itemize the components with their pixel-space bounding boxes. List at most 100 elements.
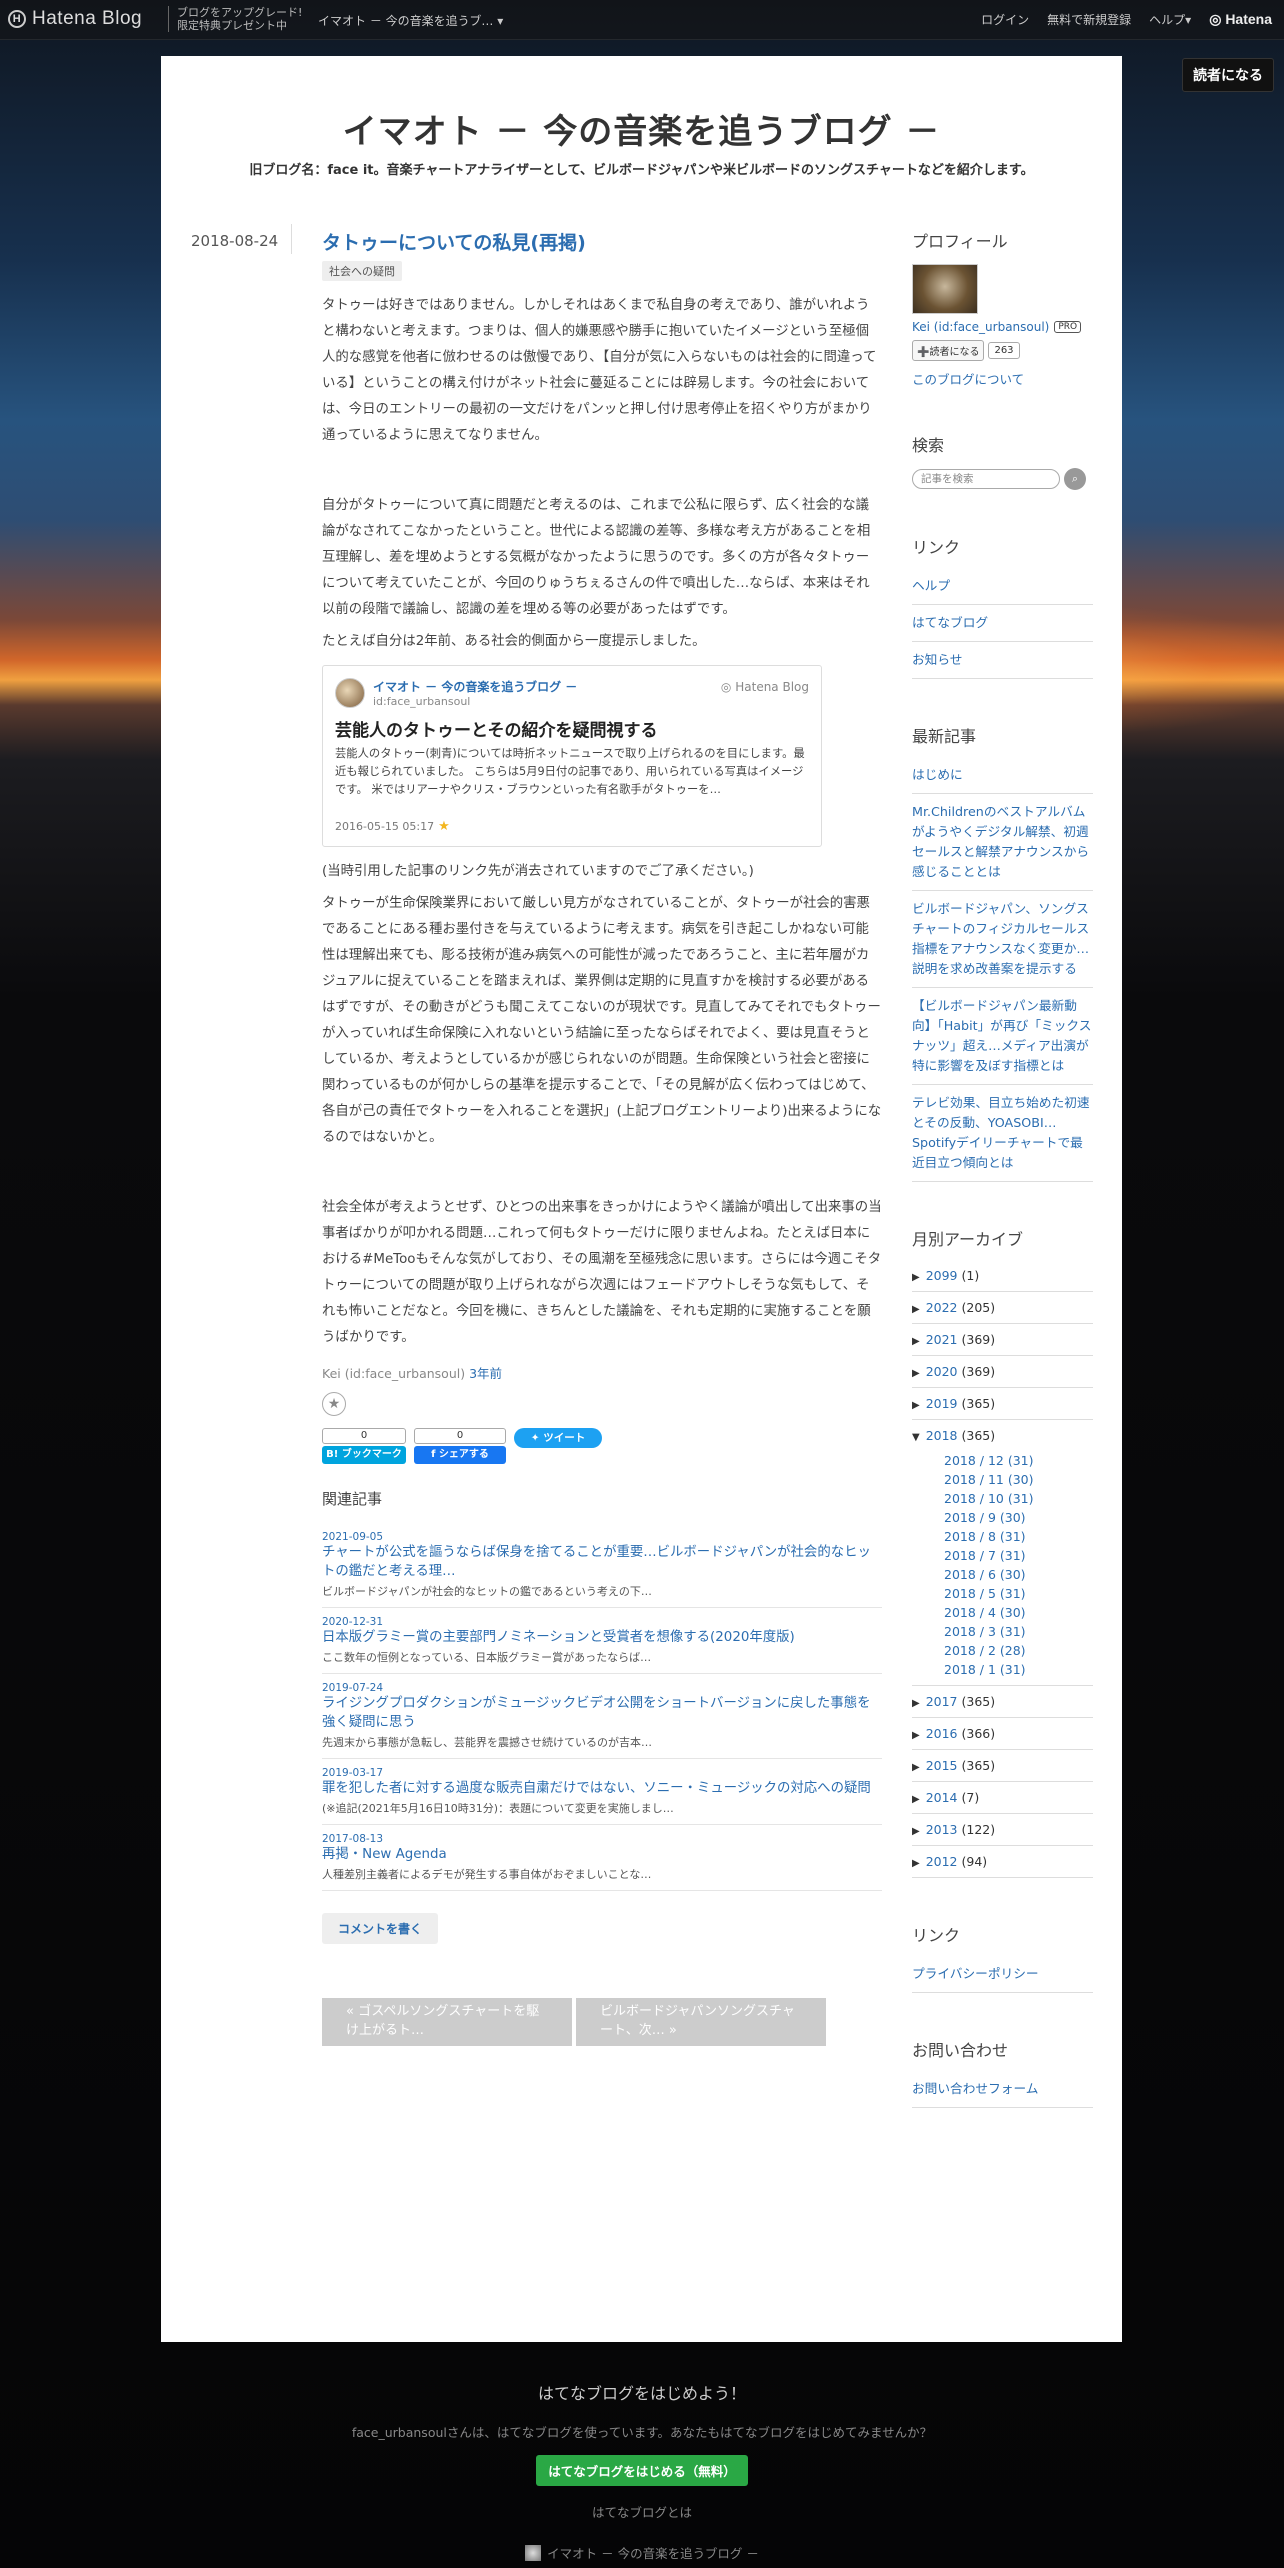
related-date[interactable]: 2020-12-31 — [322, 1616, 882, 1628]
facebook-share[interactable]: 0 f シェアする — [414, 1428, 506, 1464]
related-title[interactable]: チャートが公式を謳うならば保身を捨てることが重要…ビルボードジャパンが社会的なヒ… — [322, 1543, 882, 1581]
recent-entry-link[interactable]: テレビ効果、目立ち始めた初速とその反動、YOASOBI…Spotifyデイリーチ… — [912, 1085, 1093, 1182]
related-title[interactable]: 再掲・New Agenda — [322, 1845, 882, 1864]
archive-year-link[interactable]: 2020 — [926, 1364, 958, 1379]
archive-list: ▶ 2099 (1) ▶ 2022 (205) ▶ 2021 (369) ▶ 2020 (36… — [912, 1260, 1093, 1878]
triangle-right-icon[interactable]: ▶ — [912, 1858, 920, 1869]
hatena-text: Hatena — [1225, 11, 1272, 27]
tweet-button[interactable]: ✦ ツイート — [514, 1428, 602, 1448]
triangle-right-icon[interactable]: ▶ — [912, 1368, 920, 1379]
sidebar-link[interactable]: ヘルプ — [912, 568, 1093, 605]
privacy-policy-link[interactable]: プライバシーポリシー — [912, 1956, 1093, 1993]
about-blog-link[interactable]: このブログについて — [912, 369, 1093, 388]
login-link[interactable]: ログイン — [981, 11, 1029, 28]
about-hatena-blog-link[interactable]: はてなブログとは — [0, 2502, 1284, 2521]
related-title[interactable]: ライジングプロダクションがミュージックビデオ公開をショートバージョンに戻した事態… — [322, 1694, 882, 1732]
prev-entry-link[interactable]: « ゴスペルソングスチャートを駆け上がるト… — [322, 1998, 572, 2046]
search-input[interactable]: 記事を検索 — [912, 469, 1060, 489]
blog-page: イマオト － 今の音楽を追うブログ － 旧ブログ名：face it。音楽チャート… — [161, 56, 1122, 2342]
entry-title[interactable]: タトゥーについての私見(再掲) — [322, 228, 882, 255]
archive-year-link[interactable]: 2015 — [926, 1758, 958, 1773]
embed-date: 2016-05-15 05:17 ★ — [335, 819, 450, 834]
contact-form-link[interactable]: お問い合わせフォーム — [912, 2071, 1093, 2108]
blog-selector[interactable]: イマオト － 今の音楽を追うブ… ▾ — [318, 12, 503, 29]
related-snippet: 人種差別主義者によるデモが発生する事自体がおぞましいことな… — [322, 1868, 652, 1881]
related-title[interactable]: 罪を犯した者に対する過度な販売自粛だけではない、ソニー・ミュージックの対応への疑… — [322, 1779, 882, 1798]
write-comment-button[interactable]: コメントを書く — [322, 1913, 439, 1944]
triangle-right-icon[interactable]: ▶ — [912, 1336, 920, 1347]
archive-month-link[interactable]: 2018 / 5 (31) — [944, 1584, 1093, 1603]
archive-month-link[interactable]: 2018 / 9 (30) — [944, 1508, 1093, 1527]
subscribe-button[interactable]: 読者になる — [1182, 58, 1274, 92]
start-blog-button[interactable]: はてなブログをはじめる（無料） — [536, 2455, 748, 2486]
hatena-blog-logo[interactable]: H Hatena Blog — [8, 8, 142, 30]
archive-year-link[interactable]: 2014 — [926, 1790, 958, 1805]
triangle-right-icon[interactable]: ▶ — [912, 1698, 920, 1709]
hatena-bookmark-share[interactable]: 0 B! ブックマーク — [322, 1428, 406, 1464]
triangle-right-icon[interactable]: ▶ — [912, 1826, 920, 1837]
archive-year-link[interactable]: 2021 — [926, 1332, 958, 1347]
recent-entry-link[interactable]: ビルボードジャパン、ソングスチャートのフィジカルセールス指標をアナウンスなく変更… — [912, 891, 1093, 988]
entry-date[interactable]: 2018-08-24 — [191, 232, 278, 250]
archive-month-link[interactable]: 2018 / 1 (31) — [944, 1660, 1093, 1679]
embed-title[interactable]: 芸能人のタトゥーとその紹介を疑問視する — [335, 716, 809, 741]
next-entry-link[interactable]: ビルボードジャパンソングスチャート、次… » — [576, 1998, 826, 2046]
archive-year-link[interactable]: 2016 — [926, 1726, 958, 1741]
archive-year-link[interactable]: 2017 — [926, 1694, 958, 1709]
related-date[interactable]: 2017-08-13 — [322, 1833, 882, 1845]
profile-name[interactable]: Kei (id:face_urbansoul) — [912, 320, 1049, 334]
archive-month-link[interactable]: 2018 / 10 (31) — [944, 1489, 1093, 1508]
entry-author[interactable]: Kei (id:face_urbansoul) — [322, 1366, 465, 1381]
archive-month-link[interactable]: 2018 / 2 (28) — [944, 1641, 1093, 1660]
triangle-right-icon[interactable]: ▶ — [912, 1762, 920, 1773]
help-menu[interactable]: ヘルプ▾ — [1149, 11, 1191, 28]
archive-year-link[interactable]: 2019 — [926, 1396, 958, 1411]
triangle-right-icon[interactable]: ▶ — [912, 1730, 920, 1741]
entry-permalink[interactable]: 3年前 — [469, 1366, 502, 1381]
related-title[interactable]: 日本版グラミー賞の主要部門ノミネーションと受賞者を想像する(2020年度版) — [322, 1628, 882, 1647]
signup-link[interactable]: 無料で新規登録 — [1047, 11, 1131, 28]
triangle-down-icon[interactable]: ▼ — [912, 1432, 920, 1443]
search-icon[interactable]: ⌕ — [1064, 468, 1086, 490]
triangle-right-icon[interactable]: ▶ — [912, 1794, 920, 1805]
archive-year-link[interactable]: 2018 — [926, 1428, 958, 1443]
sidebar-link[interactable]: お知らせ — [912, 642, 1093, 679]
archive-year-link[interactable]: 2099 — [926, 1268, 958, 1283]
profile-subscribe-button[interactable]: ➕読者になる — [912, 340, 985, 361]
archive-year-link[interactable]: 2013 — [926, 1822, 958, 1837]
bookmark-button[interactable]: B! ブックマーク — [322, 1446, 406, 1464]
blog-card-embed[interactable]: イマオト － 今の音楽を追うブログ － id:face_urbansoul ◎ … — [322, 665, 822, 847]
global-header: H Hatena Blog ブログをアップグレード! 限定特典プレゼント中 イマ… — [0, 0, 1284, 40]
recent-entry-link[interactable]: 【ビルボードジャパン最新動向】「Habit」が再び「ミックスナッツ」超え…メディ… — [912, 988, 1093, 1085]
related-date[interactable]: 2019-07-24 — [322, 1682, 882, 1694]
profile-name-line: Kei (id:face_urbansoul) PRO — [912, 320, 1093, 334]
archive-month-link[interactable]: 2018 / 3 (31) — [944, 1622, 1093, 1641]
recent-entry-link[interactable]: はじめに — [912, 757, 1093, 794]
archive-month-link[interactable]: 2018 / 7 (31) — [944, 1546, 1093, 1565]
related-date[interactable]: 2019-03-17 — [322, 1767, 882, 1779]
add-star-icon[interactable]: ★ — [322, 1392, 346, 1416]
facebook-button[interactable]: f シェアする — [414, 1446, 506, 1464]
recent-entry-link[interactable]: Mr.Childrenのベストアルバムがようやくデジタル解禁、初週セールスと解禁… — [912, 794, 1093, 891]
archive-year-link[interactable]: 2012 — [926, 1854, 958, 1869]
sidebar-link[interactable]: はてなブログ — [912, 605, 1093, 642]
logo-text: Hatena Blog — [32, 8, 143, 29]
triangle-right-icon[interactable]: ▶ — [912, 1272, 920, 1283]
hatena-link[interactable]: ◎ Hatena — [1209, 11, 1272, 28]
triangle-right-icon[interactable]: ▶ — [912, 1400, 920, 1411]
archive-month-link[interactable]: 2018 / 8 (31) — [944, 1527, 1093, 1546]
triangle-right-icon[interactable]: ▶ — [912, 1304, 920, 1315]
archive-month-link[interactable]: 2018 / 4 (30) — [944, 1603, 1093, 1622]
embed-blog-name[interactable]: イマオト － 今の音楽を追うブログ － — [373, 678, 577, 695]
footer-blog-link[interactable]: イマオト － 今の音楽を追うブログ － — [0, 2543, 1284, 2562]
archive-month-link[interactable]: 2018 / 11 (30) — [944, 1470, 1093, 1489]
profile-avatar[interactable] — [912, 264, 978, 314]
blog-title[interactable]: イマオト － 今の音楽を追うブログ － — [161, 104, 1122, 153]
entry-category[interactable]: 社会への疑問 — [322, 261, 402, 281]
related-date[interactable]: 2021-09-05 — [322, 1531, 882, 1543]
upgrade-promo[interactable]: ブログをアップグレード! 限定特典プレゼント中 — [168, 6, 302, 32]
archive-year-link[interactable]: 2022 — [926, 1300, 958, 1315]
archive-month-link[interactable]: 2018 / 12 (31) — [944, 1451, 1093, 1470]
archive-month-link[interactable]: 2018 / 6 (30) — [944, 1565, 1093, 1584]
